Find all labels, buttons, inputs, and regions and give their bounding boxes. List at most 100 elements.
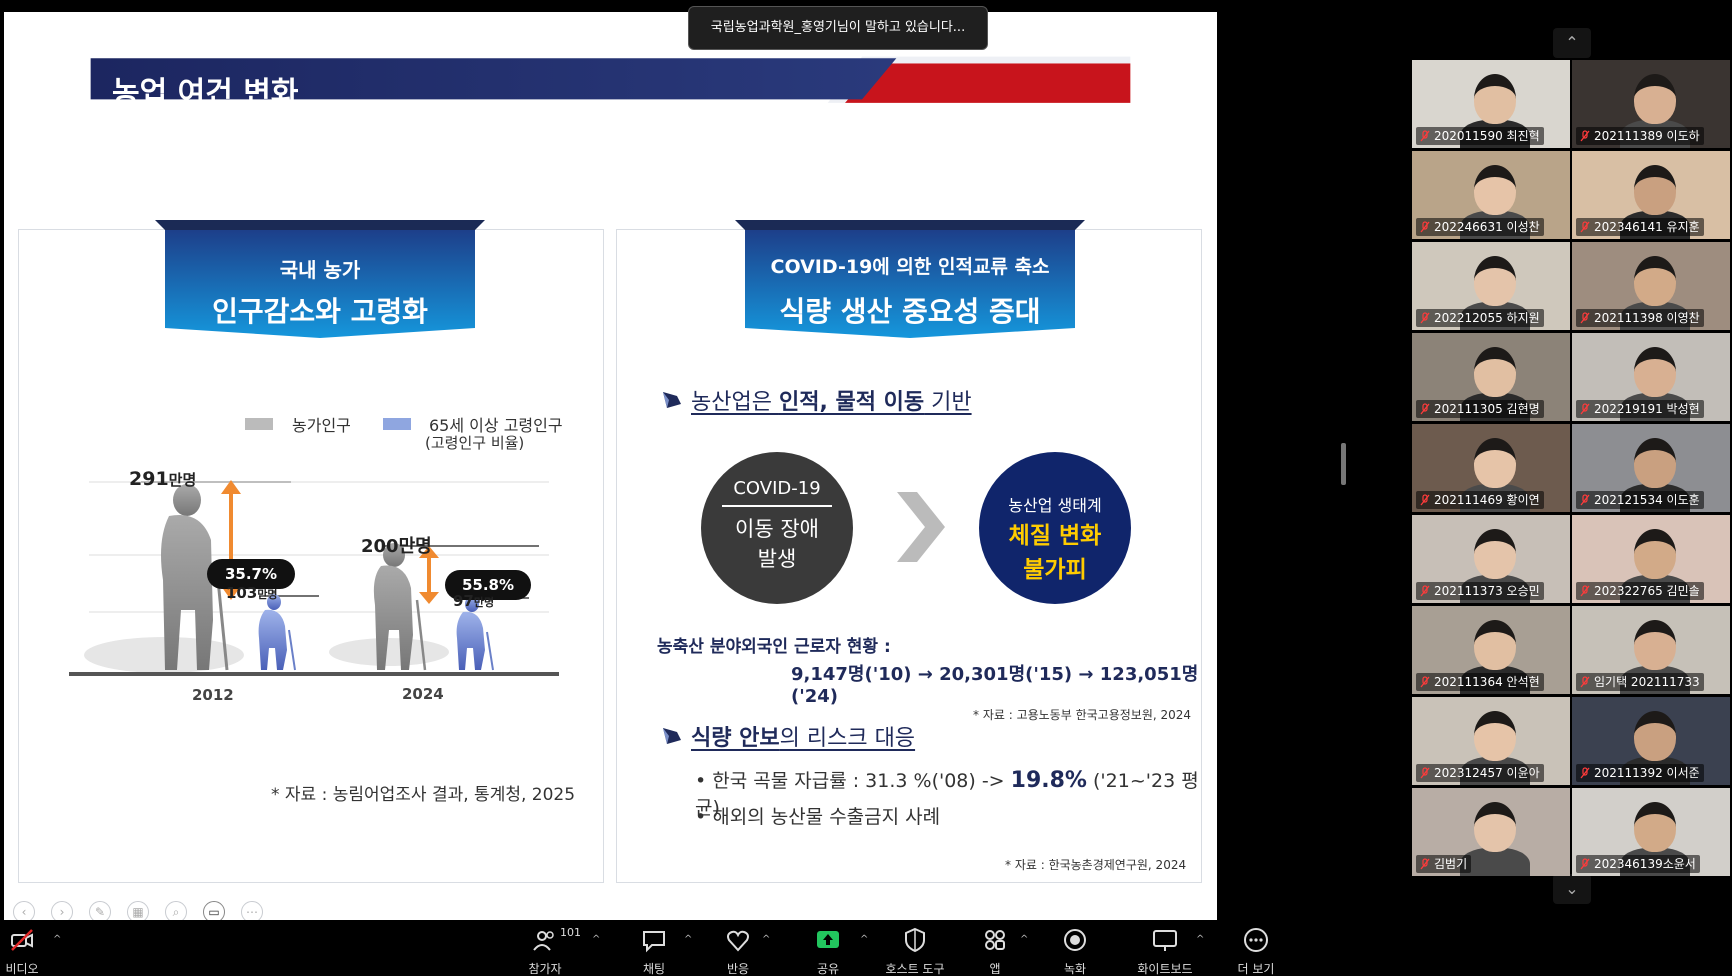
mic-muted-icon xyxy=(1580,221,1590,233)
participant-tile[interactable]: 202111469 황이연 xyxy=(1412,424,1570,512)
participant-tile[interactable]: 202346141 유지훈 xyxy=(1572,151,1730,239)
legend-elderly-sub: (고령인구 비율) xyxy=(425,434,525,452)
participant-face xyxy=(1634,256,1676,306)
bullet-arrow-icon xyxy=(663,392,681,408)
gallery-resize-handle[interactable] xyxy=(1341,443,1346,485)
population-source: * 자료 : 농림어업조사 결과, 통계청, 2025 xyxy=(271,785,576,805)
pen-tool-button[interactable]: ✎ xyxy=(89,901,111,920)
chat-icon xyxy=(643,931,665,953)
participant-name: 202346139소윤서 xyxy=(1576,855,1700,873)
participant-tile[interactable]: 202111373 오승민 xyxy=(1412,515,1570,603)
participant-tile[interactable]: 202111389 이도하 xyxy=(1572,60,1730,148)
whiteboard-options-caret[interactable]: ^ xyxy=(1196,934,1204,945)
record-button[interactable]: 녹화 xyxy=(1055,924,1095,976)
circle-divider xyxy=(722,505,832,507)
population-panel: 국내 농가 인구감소와 고령화 농가인구 65세 이상 고령인구 (고령인구 비… xyxy=(18,220,604,883)
participant-face xyxy=(1634,165,1676,215)
chat-options-caret[interactable]: ^ xyxy=(684,934,692,945)
participant-tile[interactable]: 202346139소윤서 xyxy=(1572,788,1730,876)
year2012-total: 291만명 xyxy=(129,468,197,490)
prev-slide-button[interactable]: ‹ xyxy=(13,901,35,920)
banner-line1: COVID-19에 의한 인적교류 축소 xyxy=(770,256,1050,278)
participant-tile[interactable]: 202111364 안석현 xyxy=(1412,606,1570,694)
record-label: 녹화 xyxy=(1063,962,1087,976)
apps-button[interactable]: 앱 xyxy=(975,924,1015,976)
participant-name: 202322765 김민솔 xyxy=(1576,582,1704,600)
video-label: 비디오 xyxy=(5,962,39,976)
participant-tile[interactable]: 202111305 김현명 xyxy=(1412,333,1570,421)
export-ban-item: • 해외의 농산물 수출금지 사례 xyxy=(695,806,941,828)
zoom-slide-button[interactable]: ⌕ xyxy=(165,901,187,920)
whiteboard-icon xyxy=(1153,930,1177,951)
food-security-bullet: 식량 안보의 리스크 대응 xyxy=(691,726,916,751)
workers-source: * 자료 : 고용노동부 한국고용정보원, 2024 xyxy=(973,708,1192,722)
covid-banner: COVID-19에 의한 인적교류 축소 식량 생산 중요성 증대 xyxy=(735,220,1085,348)
participant-face xyxy=(1474,74,1516,124)
camera-toggle-button[interactable]: ▭ xyxy=(203,901,225,920)
next-slide-button[interactable]: › xyxy=(51,901,73,920)
chevron-right-icon xyxy=(897,492,945,562)
participant-face xyxy=(1634,711,1676,761)
apps-label: 앱 xyxy=(989,962,1001,976)
mic-muted-icon xyxy=(1420,403,1430,415)
participant-tile[interactable]: 202011590 최진혁 xyxy=(1412,60,1570,148)
participant-tile[interactable]: 202246631 이성찬 xyxy=(1412,151,1570,239)
gallery-up-button[interactable]: ⌃ xyxy=(1553,28,1591,58)
participant-name: 202212055 하지원 xyxy=(1416,309,1544,327)
participant-tile[interactable]: 202111398 이영찬 xyxy=(1572,242,1730,330)
share-button[interactable]: 공유 xyxy=(806,924,850,976)
year2024-elderly: 97만명 xyxy=(453,592,495,610)
participant-name: 202111392 이서준 xyxy=(1576,764,1704,782)
slides-grid-button[interactable]: ▦ xyxy=(127,901,149,920)
banner-line2: 인구감소와 고령화 xyxy=(212,295,428,328)
gallery-down-button[interactable]: ⌄ xyxy=(1553,874,1591,904)
participant-tile[interactable]: 202312457 이윤아 xyxy=(1412,697,1570,785)
record-icon xyxy=(1064,929,1086,951)
participant-tile[interactable]: 202322765 김민솔 xyxy=(1572,515,1730,603)
more-button[interactable]: 더 보기 xyxy=(1236,924,1276,976)
participant-name: 202246631 이성찬 xyxy=(1416,218,1544,236)
participant-tile[interactable]: 202212055 하지원 xyxy=(1412,242,1570,330)
participant-name: 202111305 김현명 xyxy=(1416,400,1544,418)
mic-muted-icon xyxy=(1420,130,1430,142)
participant-name: 202111469 황이연 xyxy=(1416,491,1544,509)
zoom-meeting-window: 01 농업 여건 변화 국내 농가 인구감소와 고령화 농가인구 65세 이상 … xyxy=(0,0,1732,976)
participants-options-caret[interactable]: ^ xyxy=(592,934,600,945)
whiteboard-label: 화이트보드 xyxy=(1137,962,1193,976)
participant-face xyxy=(1474,529,1516,579)
participant-face xyxy=(1474,620,1516,670)
video-off-icon xyxy=(11,929,33,951)
host-tools-button[interactable]: 호스트 도구 xyxy=(880,924,950,976)
mic-muted-icon xyxy=(1420,767,1430,779)
whiteboard-button[interactable]: 화이트보드 xyxy=(1130,924,1200,976)
reactions-options-caret[interactable]: ^ xyxy=(762,934,770,945)
participant-name: 임기택 202111733 xyxy=(1576,673,1704,691)
mic-muted-icon xyxy=(1580,403,1590,415)
participant-tile[interactable]: 202111392 이서준 xyxy=(1572,697,1730,785)
reactions-button[interactable]: 반응 xyxy=(716,924,760,976)
video-button[interactable]: 비디오 xyxy=(0,924,44,976)
participant-face xyxy=(1634,74,1676,124)
covid-circle: COVID-19 이동 장애 발생 xyxy=(701,452,853,604)
participant-tile[interactable]: 202121534 이도훈 xyxy=(1572,424,1730,512)
participant-tile[interactable]: 임기택 202111733 xyxy=(1572,606,1730,694)
chat-button[interactable]: 채팅 xyxy=(632,924,676,976)
banner-line2: 식량 생산 중요성 증대 xyxy=(779,295,1041,328)
apps-options-caret[interactable]: ^ xyxy=(1020,934,1028,945)
mic-muted-icon xyxy=(1580,312,1590,324)
participant-face xyxy=(1474,256,1516,306)
year2012-elderly: 103만명 xyxy=(226,584,278,602)
share-options-caret[interactable]: ^ xyxy=(860,934,868,945)
more-slide-options-button[interactable]: ⋯ xyxy=(241,901,263,920)
slide-title: 농업 여건 변화 xyxy=(112,76,299,111)
participant-name: 202219191 박성현 xyxy=(1576,400,1704,418)
participant-tile[interactable]: 202219191 박성현 xyxy=(1572,333,1730,421)
mic-muted-icon xyxy=(1580,130,1590,142)
mic-muted-icon xyxy=(1580,676,1590,688)
apps-icon xyxy=(985,930,1005,950)
participant-tile[interactable]: 김범기 xyxy=(1412,788,1570,876)
video-options-caret[interactable]: ^ xyxy=(53,934,61,945)
heart-icon xyxy=(727,930,749,952)
bullet-arrow-icon xyxy=(663,728,681,744)
participants-button[interactable]: 101 참가자 xyxy=(520,924,581,976)
